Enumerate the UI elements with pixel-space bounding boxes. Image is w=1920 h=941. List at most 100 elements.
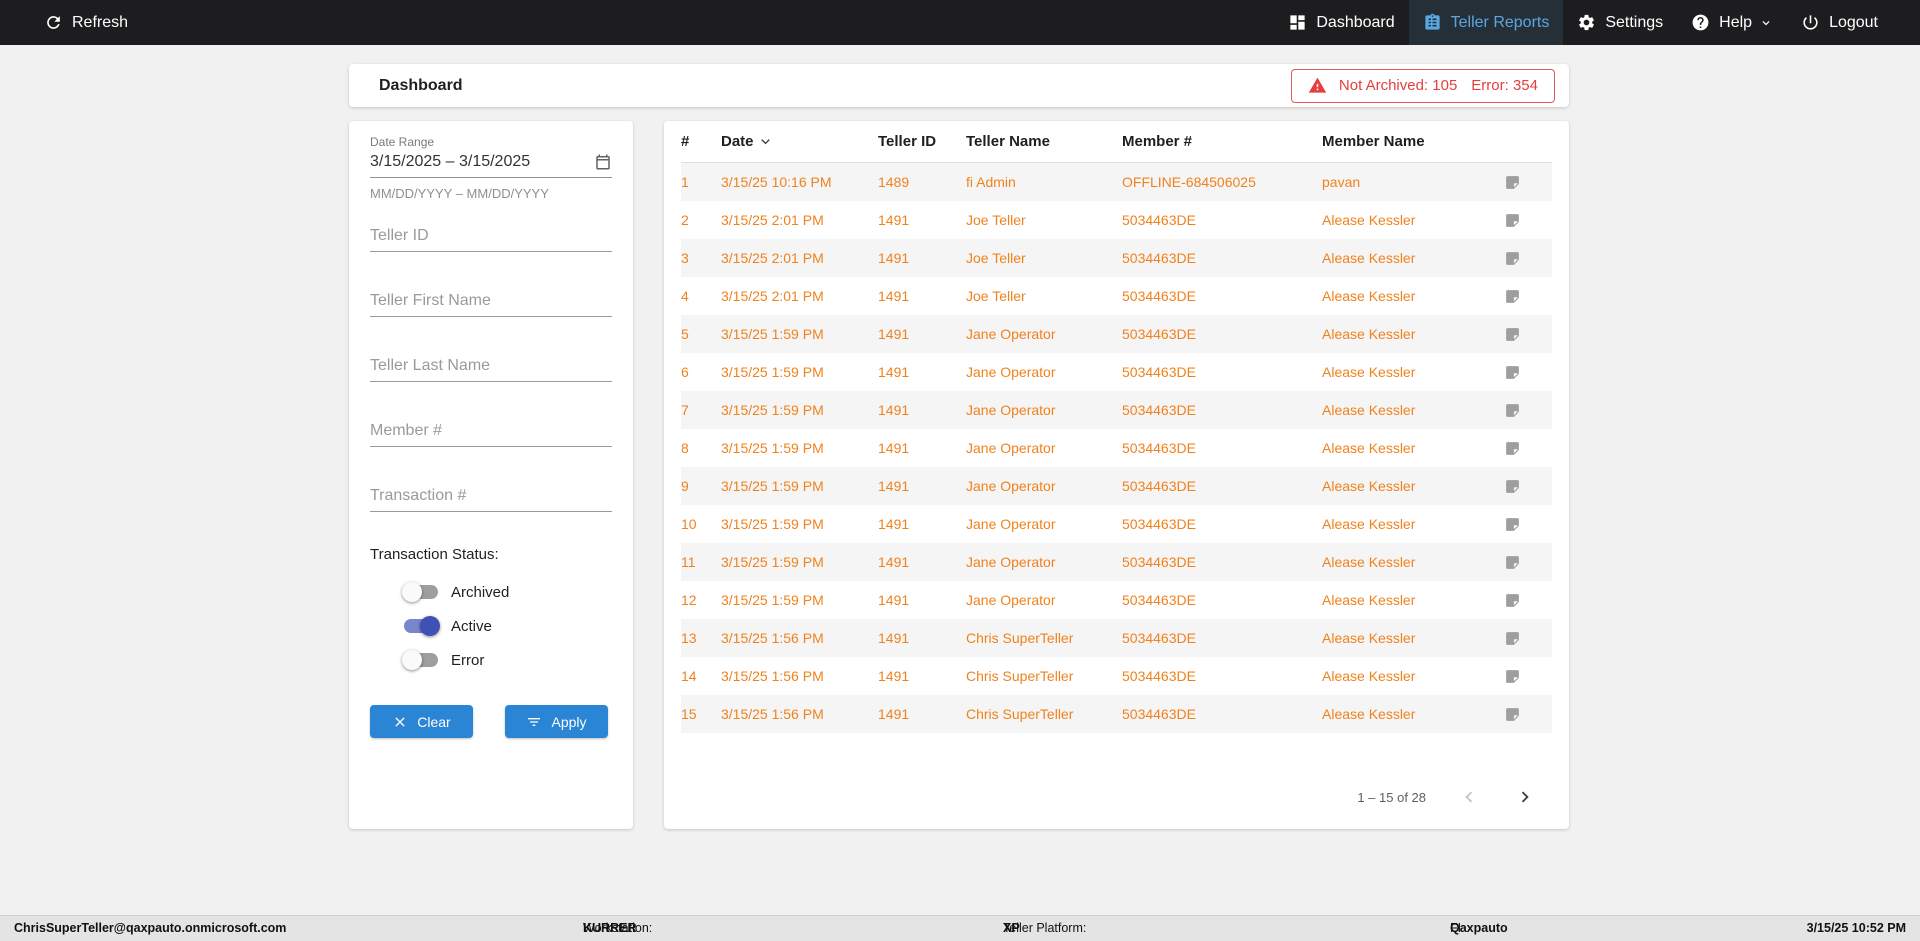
toggle-knob bbox=[402, 650, 422, 670]
date-range-value: 3/15/2025 – 3/15/2025 bbox=[370, 153, 531, 170]
teller-last-name-input[interactable] bbox=[370, 355, 612, 382]
cell-member-num: 5034463DE bbox=[1122, 554, 1196, 570]
close-icon bbox=[395, 716, 405, 727]
date-range-field[interactable]: 3/15/2025 – 3/15/2025 bbox=[370, 149, 612, 178]
table-row[interactable]: 6 3/15/25 1:59 PM 1491 Jane Operator 5034463… bbox=[681, 353, 1552, 391]
toggle-knob bbox=[420, 616, 440, 636]
row-note-button[interactable] bbox=[1472, 668, 1552, 685]
table-row[interactable]: 2 3/15/25 2:01 PM 1491 Joe Teller 5034463DE A… bbox=[681, 201, 1552, 239]
cell-teller-id: 1491 bbox=[878, 440, 910, 456]
note-icon bbox=[1505, 365, 1519, 379]
member-number-input[interactable] bbox=[370, 420, 612, 447]
warning-icon bbox=[1308, 77, 1327, 93]
row-note-button[interactable] bbox=[1472, 174, 1552, 191]
row-note-button[interactable] bbox=[1472, 440, 1552, 457]
table-row[interactable]: 3 3/15/25 2:01 PM 1491 Joe Teller 5034463DE A… bbox=[681, 239, 1552, 277]
nav-teller-reports[interactable]: Teller Reports bbox=[1408, 0, 1564, 45]
table-row[interactable]: 11 3/15/25 1:59 PM 1491 Jane Operator 503446… bbox=[681, 543, 1552, 581]
row-note-button[interactable] bbox=[1472, 516, 1552, 533]
cell-num: 10 bbox=[681, 516, 697, 532]
cell-teller-name: Jane Operator bbox=[966, 440, 1056, 456]
cell-member-name: Alease Kessler bbox=[1322, 516, 1416, 532]
previous-page-button[interactable] bbox=[1456, 784, 1482, 810]
cell-member-name: Alease Kessler bbox=[1322, 440, 1416, 456]
cell-date: 3/15/25 1:56 PM bbox=[721, 668, 824, 684]
nav-dashboard[interactable]: Dashboard bbox=[1274, 0, 1408, 45]
filter-actions: Clear Apply bbox=[370, 705, 612, 738]
calendar-icon[interactable] bbox=[594, 153, 612, 171]
column-header-num[interactable]: # bbox=[681, 133, 721, 150]
table-row[interactable]: 15 3/15/25 1:56 PM 1491 Chris SuperTeller 50… bbox=[681, 695, 1552, 733]
cell-teller-name: Joe Teller bbox=[966, 288, 1026, 304]
table-row[interactable]: 5 3/15/25 1:59 PM 1491 Jane Operator 5034463… bbox=[681, 315, 1552, 353]
row-note-button[interactable] bbox=[1472, 364, 1552, 381]
column-header-member-num[interactable]: Member # bbox=[1122, 133, 1322, 150]
cell-date: 3/15/25 1:56 PM bbox=[721, 630, 824, 646]
table-row[interactable]: 13 3/15/25 1:56 PM 1491 Chris SuperTeller 50… bbox=[681, 619, 1552, 657]
table-row[interactable]: 8 3/15/25 1:59 PM 1491 Jane Operator 5034463… bbox=[681, 429, 1552, 467]
nav-logout[interactable]: Logout bbox=[1787, 0, 1892, 45]
column-header-member-name[interactable]: Member Name bbox=[1322, 133, 1472, 150]
cell-member-num: 5034463DE bbox=[1122, 288, 1196, 304]
row-note-button[interactable] bbox=[1472, 478, 1552, 495]
cell-teller-name: Jane Operator bbox=[966, 592, 1056, 608]
apply-button[interactable]: Apply bbox=[505, 705, 608, 738]
table-row[interactable]: 14 3/15/25 1:56 PM 1491 Chris SuperTeller 50… bbox=[681, 657, 1552, 695]
cell-member-name: Alease Kessler bbox=[1322, 212, 1416, 228]
nav-help[interactable]: Help bbox=[1677, 0, 1787, 45]
row-note-button[interactable] bbox=[1472, 592, 1552, 609]
row-note-button[interactable] bbox=[1472, 250, 1552, 267]
row-note-button[interactable] bbox=[1472, 402, 1552, 419]
table-row[interactable]: 12 3/15/25 1:59 PM 1491 Jane Operator 503446… bbox=[681, 581, 1552, 619]
cell-teller-name: Jane Operator bbox=[966, 554, 1056, 570]
not-archived-count: Not Archived: 105 bbox=[1338, 77, 1458, 94]
nav-settings[interactable]: Settings bbox=[1563, 0, 1677, 45]
note-icon bbox=[1505, 517, 1519, 531]
cell-teller-id: 1489 bbox=[878, 174, 910, 190]
note-icon bbox=[1505, 555, 1519, 569]
next-page-button[interactable] bbox=[1512, 784, 1538, 810]
row-note-button[interactable] bbox=[1472, 706, 1552, 723]
pagination-range: 1 – 15 of 28 bbox=[1357, 789, 1426, 805]
toggle-row-error[interactable]: Error bbox=[370, 643, 612, 677]
cell-member-name: Alease Kessler bbox=[1322, 630, 1416, 646]
cell-teller-name: Jane Operator bbox=[966, 478, 1056, 494]
cell-teller-name: Jane Operator bbox=[966, 326, 1056, 342]
status-bar: ChrisSuperTeller@qaxpauto.onmicrosoft.co… bbox=[0, 915, 1920, 941]
table-row[interactable]: 9 3/15/25 1:59 PM 1491 Jane Operator 5034463… bbox=[681, 467, 1552, 505]
cell-member-num: 5034463DE bbox=[1122, 326, 1196, 342]
note-icon bbox=[1505, 213, 1519, 227]
row-note-button[interactable] bbox=[1472, 288, 1552, 305]
archived-toggle[interactable] bbox=[402, 582, 438, 602]
column-header-teller-id[interactable]: Teller ID bbox=[878, 133, 966, 150]
active-toggle[interactable] bbox=[404, 616, 440, 636]
row-note-button[interactable] bbox=[1472, 326, 1552, 343]
chevron-down-icon bbox=[1762, 20, 1770, 25]
transaction-number-input[interactable] bbox=[370, 485, 612, 512]
column-header-date[interactable]: Date bbox=[721, 133, 878, 150]
clear-button[interactable]: Clear bbox=[370, 705, 473, 738]
status-bar-datetime: 3/15/25 10:52 PM bbox=[1806, 921, 1906, 935]
table-row[interactable]: 4 3/15/25 2:01 PM 1491 Joe Teller 5034463DE A… bbox=[681, 277, 1552, 315]
table-row[interactable]: 7 3/15/25 1:59 PM 1491 Jane Operator 5034463… bbox=[681, 391, 1552, 429]
table-row[interactable]: 10 3/15/25 1:59 PM 1491 Jane Operator 503446… bbox=[681, 505, 1552, 543]
row-note-button[interactable] bbox=[1472, 630, 1552, 647]
table-row[interactable]: 1 3/15/25 10:16 PM 1489 fi Admin OFFLINE-684… bbox=[681, 163, 1552, 201]
sort-chevron-icon bbox=[760, 139, 770, 145]
cell-member-num: 5034463DE bbox=[1122, 212, 1196, 228]
row-note-button[interactable] bbox=[1472, 212, 1552, 229]
cell-teller-name: Joe Teller bbox=[966, 250, 1026, 266]
toggle-row-active[interactable]: Active bbox=[370, 609, 612, 643]
cell-num: 1 bbox=[681, 174, 689, 190]
column-header-teller-name[interactable]: Teller Name bbox=[966, 133, 1122, 150]
row-note-button[interactable] bbox=[1472, 554, 1552, 571]
error-toggle[interactable] bbox=[402, 650, 438, 670]
cell-teller-id: 1491 bbox=[878, 288, 910, 304]
cell-num: 15 bbox=[681, 706, 697, 722]
teller-first-name-input[interactable] bbox=[370, 290, 612, 317]
refresh-button[interactable]: Refresh bbox=[30, 0, 142, 45]
cell-date: 3/15/25 1:59 PM bbox=[721, 516, 824, 532]
cell-date: 3/15/25 1:59 PM bbox=[721, 364, 824, 380]
toggle-row-archived[interactable]: Archived bbox=[370, 575, 612, 609]
teller-id-input[interactable] bbox=[370, 225, 612, 252]
